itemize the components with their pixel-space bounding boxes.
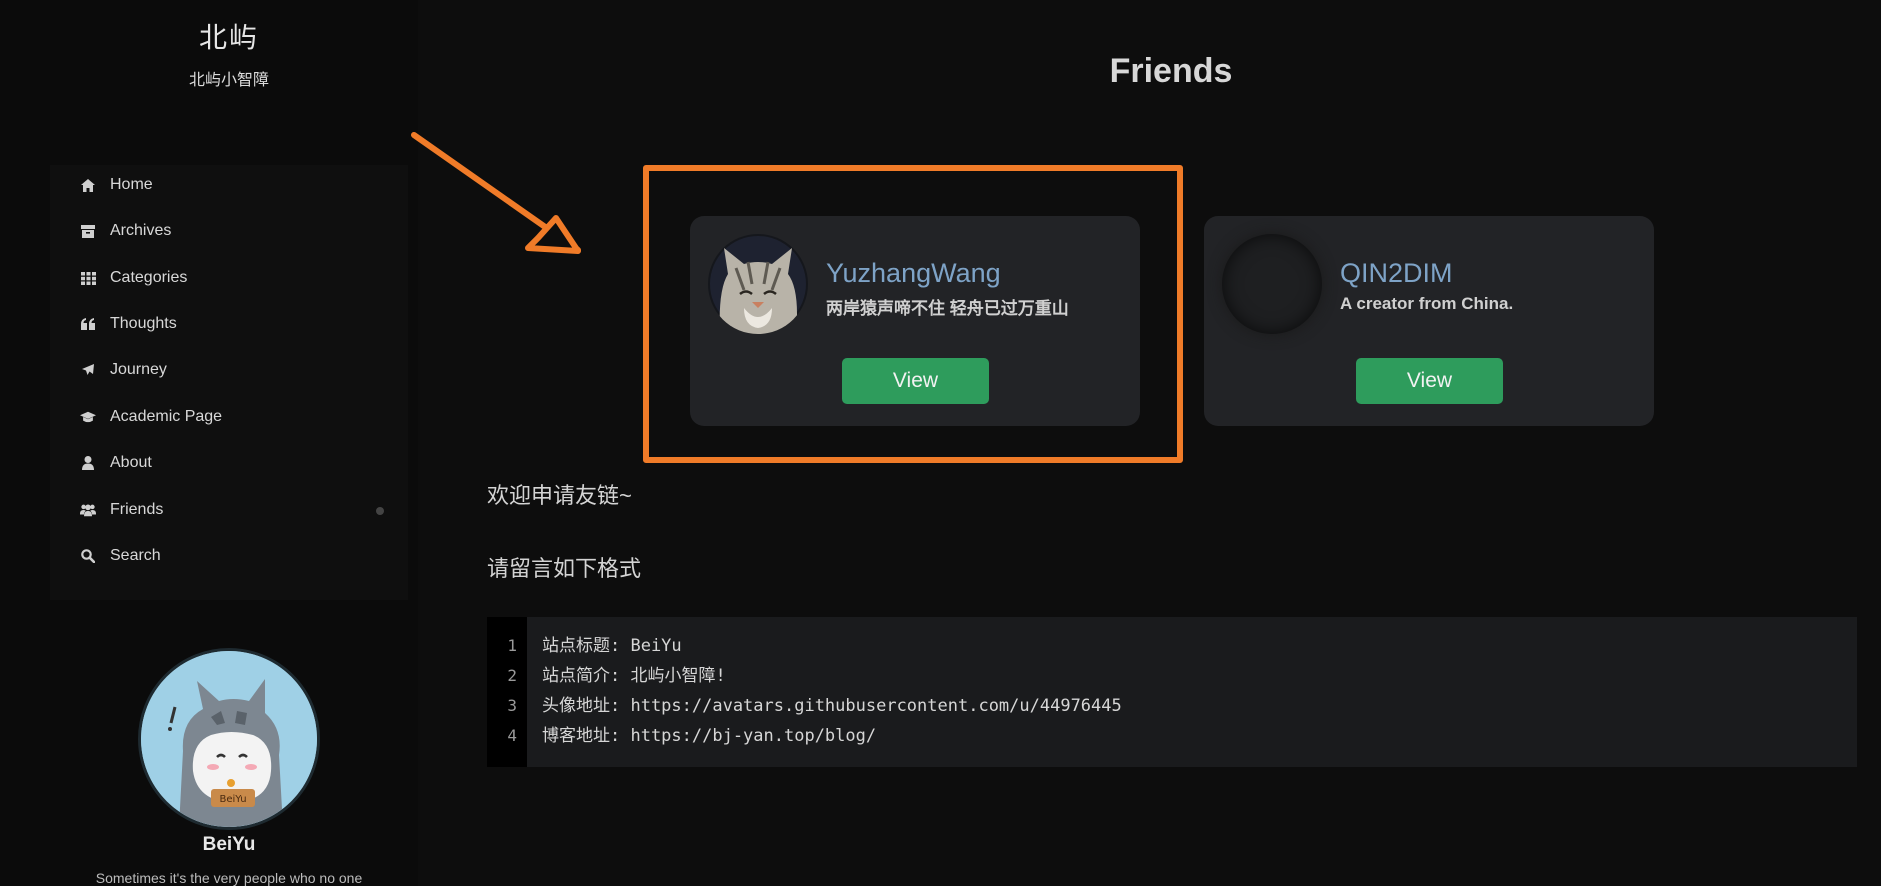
sidebar-item-categories[interactable]: Categories (50, 258, 408, 298)
sidebar-item-academic-page[interactable]: Academic Page (50, 397, 408, 437)
author-name: BeiYu (202, 834, 256, 855)
sidebar-item-label: Categories (110, 269, 188, 286)
code-line: 站点标题: BeiYu (542, 636, 682, 656)
graduation-cap-icon (80, 409, 96, 425)
archive-icon (80, 223, 96, 239)
sidebar-item-label: Home (110, 176, 153, 193)
line-number: 2 (507, 666, 517, 685)
sidebar-item-archives[interactable]: Archives (50, 211, 408, 251)
friend-description: A creator from China. (1340, 294, 1514, 313)
annotation-arrow (411, 132, 581, 254)
code-block: 1 2 3 4 站点标题: BeiYu 站点简介: 北屿小智障! 头像地址: h… (487, 617, 1857, 767)
code-line: 头像地址: https://avatars.githubusercontent.… (542, 696, 1122, 716)
highlight-annotation-box (643, 165, 1183, 463)
sidebar-item-label: Journey (110, 361, 167, 378)
friend-name[interactable]: QIN2DIM (1340, 258, 1453, 289)
site-title[interactable]: 北屿 (50, 18, 408, 58)
sidebar-item-home[interactable]: Home (50, 165, 408, 205)
line-number: 1 (507, 636, 517, 655)
sidebar-item-thoughts[interactable]: Thoughts (50, 304, 408, 344)
users-icon (80, 502, 96, 518)
active-indicator-dot (376, 507, 384, 515)
home-icon (80, 177, 96, 193)
sidebar-item-friends[interactable]: Friends (50, 490, 408, 530)
line-number-gutter: 1 2 3 4 (487, 617, 527, 767)
view-button[interactable]: View (1356, 358, 1503, 404)
code-lines: 站点标题: BeiYu 站点简介: 北屿小智障! 头像地址: https://a… (542, 617, 1122, 751)
friend-avatar[interactable] (1222, 234, 1322, 334)
sidebar-item-label: About (110, 454, 152, 471)
sidebar-item-about[interactable]: About (50, 443, 408, 483)
sidebar: 北屿 北屿小智障 Home Archives Categories Though… (0, 0, 418, 886)
page: 北屿 北屿小智障 Home Archives Categories Though… (0, 0, 1881, 886)
page-title: Friends (1109, 52, 1233, 90)
main-content: Friends YuzhangWang 两岸猿声啼不住 轻舟已过万重山 View… (411, 0, 1881, 886)
code-line: 站点简介: 北屿小智障! (542, 666, 726, 686)
sidebar-item-label: Thoughts (110, 315, 177, 332)
sidebar-item-label: Search (110, 547, 161, 564)
grid-icon (80, 270, 96, 286)
sidebar-menu: Home Archives Categories Thoughts Journe… (50, 165, 408, 600)
site-subtitle: 北屿小智障 (188, 72, 269, 89)
plane-icon (80, 362, 96, 378)
sidebar-item-search[interactable]: Search (50, 536, 408, 576)
line-number: 4 (507, 726, 517, 745)
sidebar-item-label: Academic Page (110, 408, 223, 425)
sidebar-item-journey[interactable]: Journey (50, 350, 408, 390)
code-line: 博客地址: https://bj-yan.top/blog/ (542, 726, 877, 746)
user-icon (80, 455, 96, 471)
svg-text:BeiYu: BeiYu (219, 794, 246, 805)
author-description: Sometimes it's the very people who no on… (95, 870, 363, 886)
author-profile: BeiYu BeiYu Sometimes it's the very peop… (50, 640, 408, 886)
site-brand: 北屿 北屿小智障 (50, 18, 408, 92)
format-instruction: 请留言如下格式 (487, 556, 642, 581)
sidebar-item-label: Friends (110, 501, 164, 518)
sidebar-item-label: Archives (110, 222, 172, 239)
author-avatar[interactable]: BeiYu (138, 648, 320, 830)
friend-link-invite: 欢迎申请友链~ (487, 483, 632, 508)
quote-icon (80, 316, 96, 332)
friend-card: QIN2DIM A creator from China. View (1204, 216, 1654, 426)
search-icon (80, 548, 96, 564)
line-number: 3 (507, 696, 517, 715)
